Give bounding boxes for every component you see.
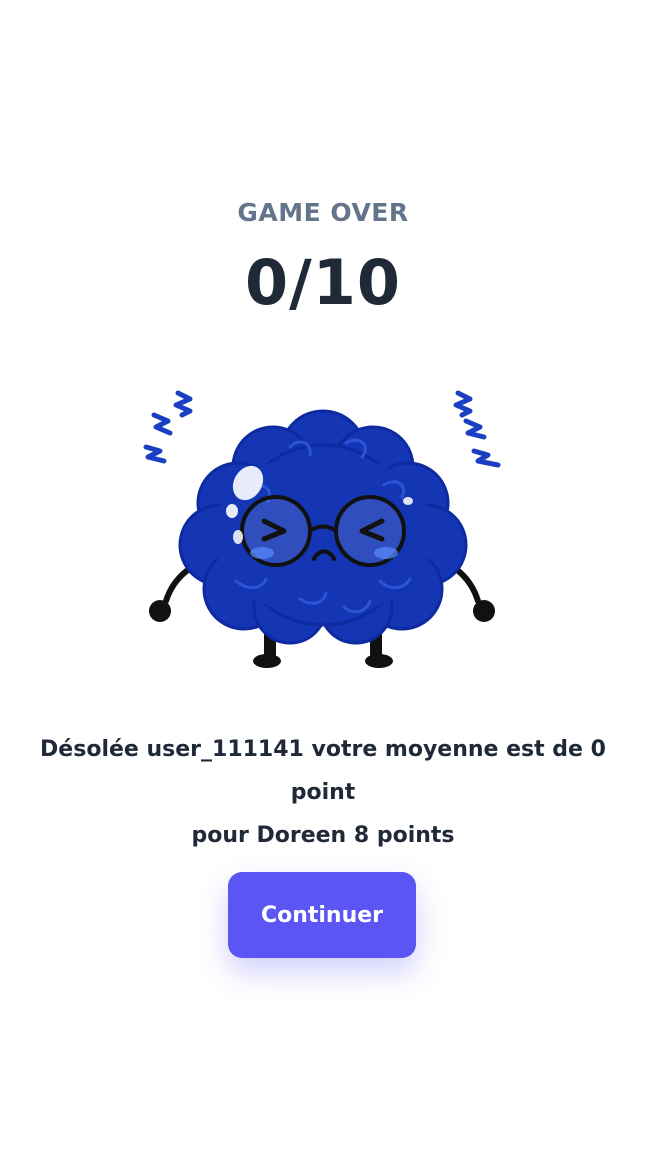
score-display: 0/10 bbox=[244, 246, 402, 319]
game-over-label: GAME OVER bbox=[237, 198, 409, 227]
result-message-line-1: Désolée user_111141 votre moyenne est de… bbox=[40, 737, 606, 805]
continue-button[interactable]: Continuer bbox=[228, 872, 416, 958]
sad-brain-icon bbox=[143, 390, 501, 668]
result-message: Désolée user_111141 votre moyenne est de… bbox=[20, 728, 626, 857]
game-over-screen: GAME OVER 0/10 Désolée user_111141 votre… bbox=[0, 0, 646, 1152]
result-message-line-2: pour Doreen 8 points bbox=[191, 823, 455, 848]
